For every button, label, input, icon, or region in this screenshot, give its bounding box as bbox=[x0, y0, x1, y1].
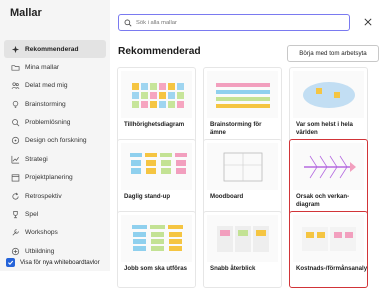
people-icon bbox=[10, 81, 20, 91]
template-thumbnail bbox=[121, 215, 192, 262]
sidebar-item-spel[interactable]: Spel bbox=[4, 206, 106, 224]
calendar-icon bbox=[10, 173, 20, 183]
chart-icon bbox=[10, 154, 20, 164]
sidebar-item-rekommenderad[interactable]: Rekommenderad bbox=[4, 40, 106, 58]
sidebar-item-label: Design och forskning bbox=[25, 137, 87, 145]
section-title: Rekommenderad bbox=[118, 46, 201, 57]
template-label: Moodboard bbox=[210, 193, 244, 200]
template-label: Var som helst i hela världen bbox=[296, 121, 353, 136]
magnifier-icon bbox=[10, 118, 20, 128]
sidebar-item-label: Utbildning bbox=[25, 247, 55, 255]
sidebar-item-label: Retrospektiv bbox=[25, 192, 62, 200]
sidebar-title: Mallar bbox=[10, 7, 42, 19]
template-card[interactable]: Moodboard bbox=[203, 139, 282, 216]
template-card[interactable]: Kostnads-/förmånsanalys bbox=[289, 211, 368, 288]
close-button[interactable] bbox=[362, 16, 374, 28]
template-card[interactable]: Jobb som ska utföras bbox=[117, 211, 196, 288]
template-label: Kostnads-/förmånsanalys bbox=[296, 265, 368, 272]
template-card[interactable]: Brainstorming för ämne bbox=[203, 67, 282, 144]
sidebar-item-label: Rekommenderad bbox=[25, 45, 79, 53]
wrench-icon bbox=[10, 228, 20, 238]
trophy-icon bbox=[10, 210, 20, 220]
template-thumbnail bbox=[207, 71, 278, 118]
sidebar-item-problemlösning[interactable]: Problemlösning bbox=[4, 114, 106, 132]
sidebar-item-mina-mallar[interactable]: Mina mallar bbox=[4, 58, 106, 76]
search-icon bbox=[124, 19, 132, 26]
sidebar-nav: Rekommenderad Mina mallar Delat med mig Bra… bbox=[4, 40, 106, 261]
template-label: Daglig stand-up bbox=[124, 193, 171, 200]
sidebar-item-brainstorming[interactable]: Brainstorming bbox=[4, 95, 106, 113]
sidebar-item-strategi[interactable]: Strategi bbox=[4, 150, 106, 168]
template-label: Tillhörighetsdiagram bbox=[124, 121, 185, 128]
sidebar-item-delat-med-mig[interactable]: Delat med mig bbox=[4, 77, 106, 95]
sidebar-item-projektplanering[interactable]: Projektplanering bbox=[4, 169, 106, 187]
template-thumbnail bbox=[207, 143, 278, 190]
template-thumbnail bbox=[207, 215, 278, 262]
checkbox-checked-icon[interactable] bbox=[6, 258, 15, 267]
sidebar-item-label: Spel bbox=[25, 211, 39, 219]
template-card[interactable]: Tillhörighetsdiagram bbox=[117, 67, 196, 144]
template-card[interactable]: Var som helst i hela världen bbox=[289, 67, 368, 144]
sidebar: Mallar Rekommenderad Mina mallar Delat med… bbox=[0, 0, 110, 271]
search-box[interactable] bbox=[118, 14, 350, 31]
sidebar-item-label: Brainstorming bbox=[25, 100, 66, 108]
template-thumbnail bbox=[121, 71, 192, 118]
close-icon bbox=[364, 18, 372, 26]
template-thumbnail bbox=[293, 71, 364, 118]
design-icon bbox=[10, 136, 20, 146]
refresh-icon bbox=[10, 191, 20, 201]
sidebar-item-label: Delat med mig bbox=[25, 82, 68, 90]
sidebar-item-label: Workshops bbox=[25, 229, 58, 237]
search-input[interactable] bbox=[136, 19, 336, 26]
template-thumbnail bbox=[293, 143, 364, 190]
sidebar-item-label: Problemlösning bbox=[25, 119, 71, 127]
template-card[interactable]: Daglig stand-up bbox=[117, 139, 196, 216]
show-for-new-whiteboards-label: Visa för nya whiteboardtavlor bbox=[20, 259, 100, 266]
sidebar-item-label: Projektplanering bbox=[25, 174, 73, 182]
template-thumbnail bbox=[121, 143, 192, 190]
sidebar-item-retrospektiv[interactable]: Retrospektiv bbox=[4, 187, 106, 205]
sidebar-item-label: Strategi bbox=[25, 155, 48, 163]
template-thumbnail bbox=[293, 215, 364, 262]
lightbulb-icon bbox=[10, 99, 20, 109]
start-blank-canvas-button[interactable]: Börja med tom arbetsyta bbox=[287, 45, 379, 62]
template-card[interactable]: Orsak och verkan-diagram bbox=[289, 139, 368, 216]
template-label: Snabb återblick bbox=[210, 265, 256, 272]
folder-icon bbox=[10, 62, 20, 72]
show-for-new-whiteboards-option[interactable]: Visa för nya whiteboardtavlor bbox=[6, 258, 100, 267]
template-card[interactable]: Snabb återblick bbox=[203, 211, 282, 288]
sidebar-item-label: Mina mallar bbox=[25, 63, 60, 71]
sidebar-item-workshops[interactable]: Workshops bbox=[4, 224, 106, 242]
template-label: Jobb som ska utföras bbox=[124, 265, 187, 272]
template-label: Orsak och verkan-diagram bbox=[296, 193, 350, 208]
sparkle-icon bbox=[10, 44, 20, 54]
sidebar-item-design-och-forskning[interactable]: Design och forskning bbox=[4, 132, 106, 150]
template-label: Brainstorming för ämne bbox=[210, 121, 262, 136]
book-icon bbox=[10, 246, 20, 256]
